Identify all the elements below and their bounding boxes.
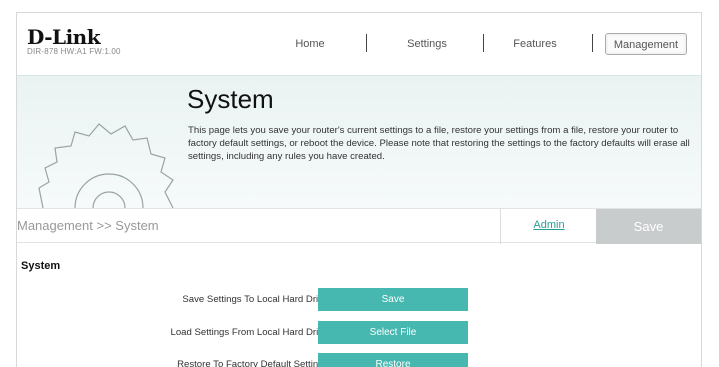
breadcrumb-bar: Management >> System Admin Save (17, 208, 701, 244)
breadcrumb: Management >> System (17, 218, 159, 233)
nav-divider (366, 34, 367, 52)
load-settings-label: Load Settings From Local Hard Drive: (170, 327, 332, 338)
model-info: DIR-878 HW:A1 FW:1.00 (27, 47, 121, 56)
restore-defaults-label: Restore To Factory Default Settings: (177, 359, 331, 367)
restore-button[interactable]: Restore (318, 353, 468, 367)
header: D-Link DIR-878 HW:A1 FW:1.00 Home Settin… (17, 13, 701, 75)
nav-divider (592, 34, 593, 52)
save-button[interactable]: Save (596, 209, 701, 244)
nav-features[interactable]: Features (505, 33, 565, 55)
select-file-button[interactable]: Select File (318, 321, 468, 344)
gear-icon (38, 123, 174, 209)
admin-link[interactable]: Admin (501, 219, 597, 231)
nav-home[interactable]: Home (284, 33, 336, 55)
hero-banner: System This page lets you save your rout… (17, 75, 701, 209)
nav-management[interactable]: Management (605, 33, 687, 55)
page-title: System (187, 84, 274, 114)
nav-settings[interactable]: Settings (397, 33, 457, 55)
section-title: System (21, 260, 61, 272)
router-page: D-Link DIR-878 HW:A1 FW:1.00 Home Settin… (16, 12, 702, 367)
save-settings-label: Save Settings To Local Hard Drive: (182, 294, 331, 305)
admin-cell: Admin (500, 209, 596, 244)
save-settings-button[interactable]: Save (318, 288, 468, 311)
dlink-logo: D-Link (27, 25, 101, 49)
page-description: This page lets you save your router's cu… (188, 125, 690, 162)
nav-divider (483, 34, 484, 52)
